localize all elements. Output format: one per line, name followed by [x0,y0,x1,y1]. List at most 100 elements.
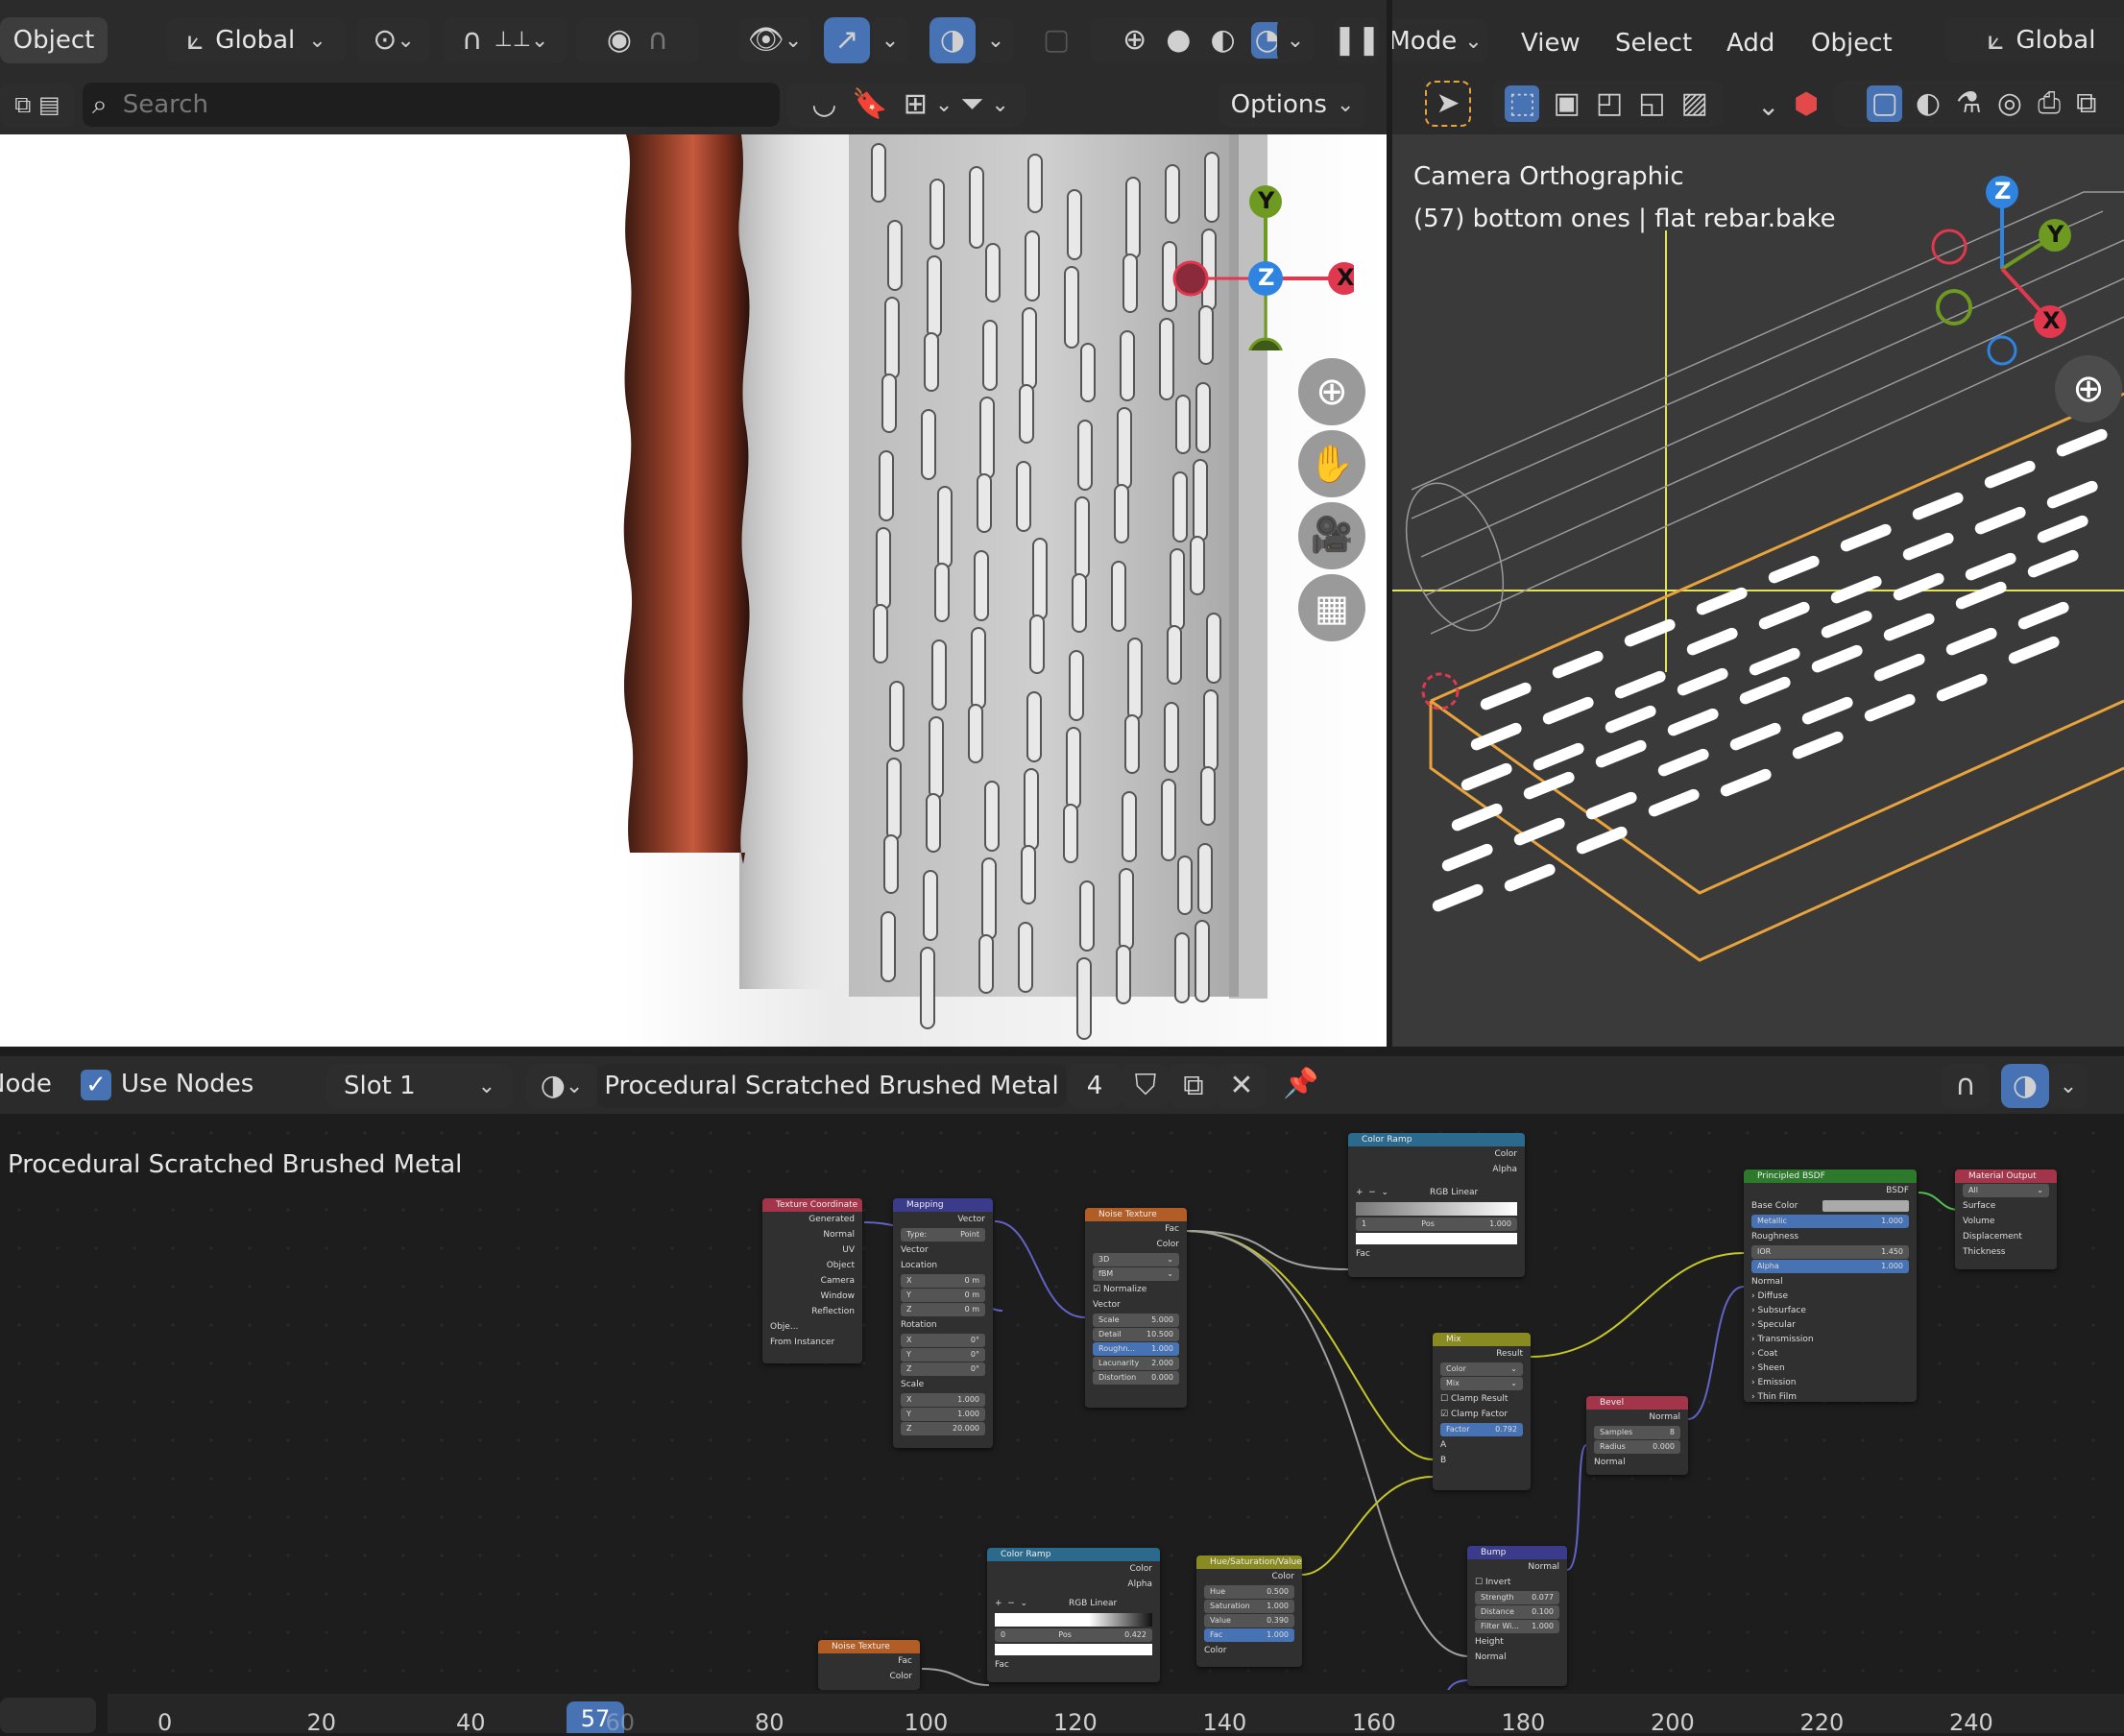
material-output-node[interactable]: Material Output All ⌄ Surface Volume Disp… [1955,1169,2057,1269]
dimensions-dropdown[interactable]: 3D ⌄ [1093,1253,1179,1266]
node-mode-menu[interactable]: Node [0,1070,52,1098]
timeline[interactable]: 57 0 20 40 60 80 100 120 140 160 180 200 220 240 [0,1690,2124,1736]
timeline-editor-icon[interactable] [0,1698,96,1733]
detail-field[interactable]: Detail 10.500 [1093,1328,1179,1341]
material-users-count[interactable]: 4 [1068,1064,1122,1108]
rotation-z[interactable]: Z 0° [901,1362,985,1376]
panel-thin-film[interactable]: › Thin Film [1744,1390,1917,1405]
bevel-node[interactable]: Bevel Normal Samples 8 Radius 0.000 Normal [1586,1396,1688,1475]
material-name-field[interactable]: Procedural Scratched Brushed Metal [597,1064,1066,1108]
fac-field[interactable]: Fac 1.000 [1204,1628,1294,1642]
overlays-toggle-node[interactable]: ◑ [2001,1064,2049,1108]
invert-checkbox[interactable]: ☐ Invert [1467,1575,1567,1590]
pivot-dropdown[interactable]: ⊙ ⌄ [357,17,430,63]
options-dropdown[interactable]: Options ⌄ [1219,83,1365,127]
ortho-toggle-button[interactable]: ▦ [1298,574,1365,641]
scale-z[interactable]: Z 20.000 [901,1422,985,1435]
overlays-dropdown[interactable]: ⌄ [978,17,1014,63]
mix-node[interactable]: Mix Result Color ⌄ Mix ⌄ ☐ Clamp Result ☑ … [1433,1333,1531,1490]
fake-user-button[interactable]: ⛉ [1122,1064,1170,1108]
noise-texture-node-2[interactable]: Noise Texture Fac Color [818,1640,920,1690]
stop-color-swatch[interactable] [995,1644,1152,1655]
pin-icon[interactable]: 📌 [1283,1070,1318,1098]
panel-coat[interactable]: › Coat [1744,1347,1917,1362]
blend-mode-dropdown[interactable]: Mix ⌄ [1440,1377,1523,1390]
view-buttons[interactable]: ⧉ ▤ [0,83,75,127]
ramp-gradient[interactable] [1356,1202,1517,1216]
noise-texture-node[interactable]: Noise Texture Fac Color 3D ⌄ fBM ⌄ ☑ Norma… [1085,1208,1187,1408]
input-base-color[interactable]: Base Color [1744,1198,1917,1214]
rotation-x[interactable]: X 0° [901,1334,985,1347]
rendered-viewport[interactable]: Y X Z ⊕ ✋ 🎥 ▦ [0,134,1387,1047]
scale-y[interactable]: Y 1.000 [901,1408,985,1421]
duplicate-material-button[interactable]: ⧉ [1170,1064,1218,1108]
menu-object[interactable]: Object [1811,29,1893,58]
gizmo-toggle[interactable]: ↗ [824,17,870,63]
menu-add[interactable]: Add [1726,29,1774,58]
scale-field[interactable]: Scale 5.000 [1093,1314,1179,1327]
ramp-gradient[interactable] [995,1613,1152,1627]
color-ramp-node[interactable]: Color Ramp Color Alpha + − ⌄ RGB Linear … [1348,1133,1525,1277]
snap-toggle-node[interactable]: ∩ [1942,1064,1990,1108]
camera-view-button[interactable]: 🎥 [1298,502,1365,569]
value-field[interactable]: Value 0.390 [1204,1614,1294,1628]
snap-group[interactable]: ∩ ⊥⊥ ⌄ [444,17,567,63]
from-instancer-checkbox[interactable]: From Instancer [762,1335,862,1350]
panel-emission[interactable]: › Emission [1744,1376,1917,1390]
filter-group[interactable]: ◡ 🔖 ⊞ ⌄ ⏷ ⌄ [787,83,1026,127]
material-shading-icon[interactable]: ◐ [1210,26,1235,55]
metallic-field[interactable]: Metallic 1.000 [1751,1215,1909,1228]
orientation-dropdown[interactable]: ⟀ Global ⌄ [167,17,346,63]
ior-field[interactable]: IOR 1.450 [1751,1245,1909,1259]
select-tool-button[interactable]: ➤ [1425,81,1471,127]
overlays-dropdown-node[interactable]: ⌄ [2049,1064,2088,1108]
pause-render-button[interactable]: ❚❚ [1333,17,1381,63]
rotation-y[interactable]: Y 0° [901,1348,985,1362]
object-field[interactable]: Obje... [762,1319,862,1335]
strength-field[interactable]: Strength 0.077 [1475,1591,1559,1604]
overlays-toggle[interactable]: ◑ [929,17,976,63]
zoom-button-right[interactable]: ⊕ [2055,355,2122,422]
search-field[interactable]: ⌕ Search [83,83,780,127]
shading-modes-right[interactable]: ▢ ◐ ⚗ ◎ ⎙ ⧉ [1834,81,2124,127]
shading-dropdown[interactable]: ⌄ [1277,17,1314,63]
visibility-dropdown[interactable]: 👁 ⌄ [739,17,810,63]
use-nodes-checkbox[interactable]: ✓ [81,1070,111,1100]
distortion-field[interactable]: Distortion 0.000 [1093,1371,1179,1385]
orientation-dropdown-right[interactable]: ⟀ Global [1945,17,2124,63]
node-editor[interactable]: Procedural Scratched Brushed Metal Textu… [0,1114,2124,1690]
roughness-field[interactable]: Roughn... 1.000 [1093,1342,1179,1356]
zoom-button[interactable]: ⊕ [1298,358,1365,425]
navigation-gizmo[interactable]: Y X Z [1162,158,1361,374]
type-dropdown[interactable]: Type: Point [901,1228,985,1242]
base-color-swatch[interactable] [1822,1200,1909,1212]
material-browse[interactable]: ◑ ⌄ [526,1064,597,1108]
factor-field[interactable]: Factor 0.792 [1440,1423,1523,1436]
filter-width-field[interactable]: Filter Wi... 1.000 [1475,1620,1559,1633]
panel-specular[interactable]: › Specular [1744,1318,1917,1333]
noise-type-dropdown[interactable]: fBM ⌄ [1093,1267,1179,1281]
select-mode-group[interactable]: ⬚ ▣ ◰ ◱ ▨ [1492,81,1723,127]
chevron-down-icon[interactable]: ⌄ [1757,90,1779,122]
color-ramp-node-2[interactable]: Color Ramp Color Alpha + − ⌄ RGB Linear … [987,1548,1160,1682]
pan-button[interactable]: ✋ [1298,430,1365,497]
menu-view[interactable]: View [1521,29,1581,58]
radius-field[interactable]: Radius 0.000 [1594,1440,1680,1454]
normalize-checkbox[interactable]: ☑ Normalize [1085,1282,1187,1297]
location-y[interactable]: Y0 m [901,1289,985,1302]
distance-field[interactable]: Distance 0.100 [1475,1605,1559,1619]
ramp-toolbar[interactable]: + − ⌄ RGB Linear [987,1596,1160,1611]
clamp-result-checkbox[interactable]: ☐ Clamp Result [1433,1391,1531,1407]
stop-fields[interactable]: 0 Pos 0.422 [995,1628,1152,1642]
xray-toggle[interactable]: ▢ [1033,17,1079,63]
principled-bsdf-node[interactable]: Principled BSDF BSDF Base Color Metallic… [1744,1169,1917,1402]
wireframe-viewport[interactable]: Camera Orthographic (57) bottom ones | f… [1392,134,2124,1047]
stop-color-swatch[interactable] [1356,1233,1517,1244]
scale-x[interactable]: X 1.000 [901,1393,985,1407]
ramp-toolbar[interactable]: + − ⌄ RGB Linear [1348,1185,1525,1200]
solid-shading-icon[interactable]: ● [1166,26,1191,55]
panel-subsurface[interactable]: › Subsurface [1744,1304,1917,1318]
unlink-material-button[interactable]: ✕ [1218,1064,1266,1108]
clamp-factor-checkbox[interactable]: ☑ Clamp Factor [1433,1407,1531,1422]
mapping-node[interactable]: Mapping Vector Type: Point Vector Locatio… [893,1198,993,1448]
